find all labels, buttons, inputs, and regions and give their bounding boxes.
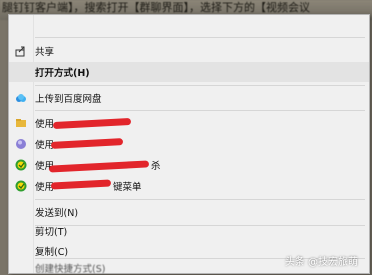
menu-item-copy-label: 复制(C) [35, 247, 69, 258]
redaction-mark [50, 179, 112, 190]
redaction-mark [52, 117, 132, 130]
context-menu: 共享 打开方式(H) 上传到百度网盘 使用 使用 使用 杀 使用 键菜单 发送到… [8, 14, 370, 275]
menu-item-open-with-label: 打开方式(H) [35, 68, 90, 79]
folder-icon [16, 119, 26, 127]
security-app-icon [15, 180, 27, 192]
menu-separator [35, 85, 365, 86]
share-icon [15, 46, 25, 57]
menu-item-cut[interactable]: 剪切(T) [9, 221, 369, 241]
baidu-cloud-icon [16, 94, 26, 102]
watermark: 头条 @技宏旅萌 [284, 257, 358, 268]
menu-item-use-1[interactable]: 使用 [9, 113, 369, 133]
menu-separator [35, 199, 365, 200]
menu-separator [35, 37, 365, 38]
app-orb-icon [16, 139, 26, 149]
redaction-mark [50, 138, 124, 149]
menu-item-upload-baidu[interactable]: 上传到百度网盘 [9, 88, 369, 108]
partial-menu-item[interactable] [9, 5, 369, 17]
redaction-mark [48, 160, 150, 173]
menu-item-use-4[interactable]: 使用 键菜单 [9, 176, 369, 196]
menu-item-use-4-suffix: 键菜单 [113, 182, 142, 193]
menu-item-share[interactable]: 共享 [9, 41, 369, 61]
menu-item-share-label: 共享 [35, 47, 55, 58]
menu-item-open-with[interactable]: 打开方式(H) [9, 62, 369, 82]
menu-item-upload-baidu-label: 上传到百度网盘 [35, 94, 102, 105]
menu-item-use-2[interactable]: 使用 [9, 134, 369, 154]
security-app-icon [15, 159, 27, 171]
menu-item-cut-label: 剪切(T) [35, 227, 68, 238]
menu-item-send-to-label: 发送到(N) [35, 208, 79, 219]
menu-item-use-1-label: 使用 [35, 119, 55, 130]
menu-separator [35, 110, 365, 111]
menu-item-use-3-suffix: 杀 [151, 161, 161, 172]
menu-item-use-3[interactable]: 使用 杀 [9, 155, 369, 175]
menu-item-create-shortcut[interactable]: 创建快捷方式(S) [35, 261, 105, 275]
menu-item-send-to[interactable]: 发送到(N) [9, 202, 369, 222]
